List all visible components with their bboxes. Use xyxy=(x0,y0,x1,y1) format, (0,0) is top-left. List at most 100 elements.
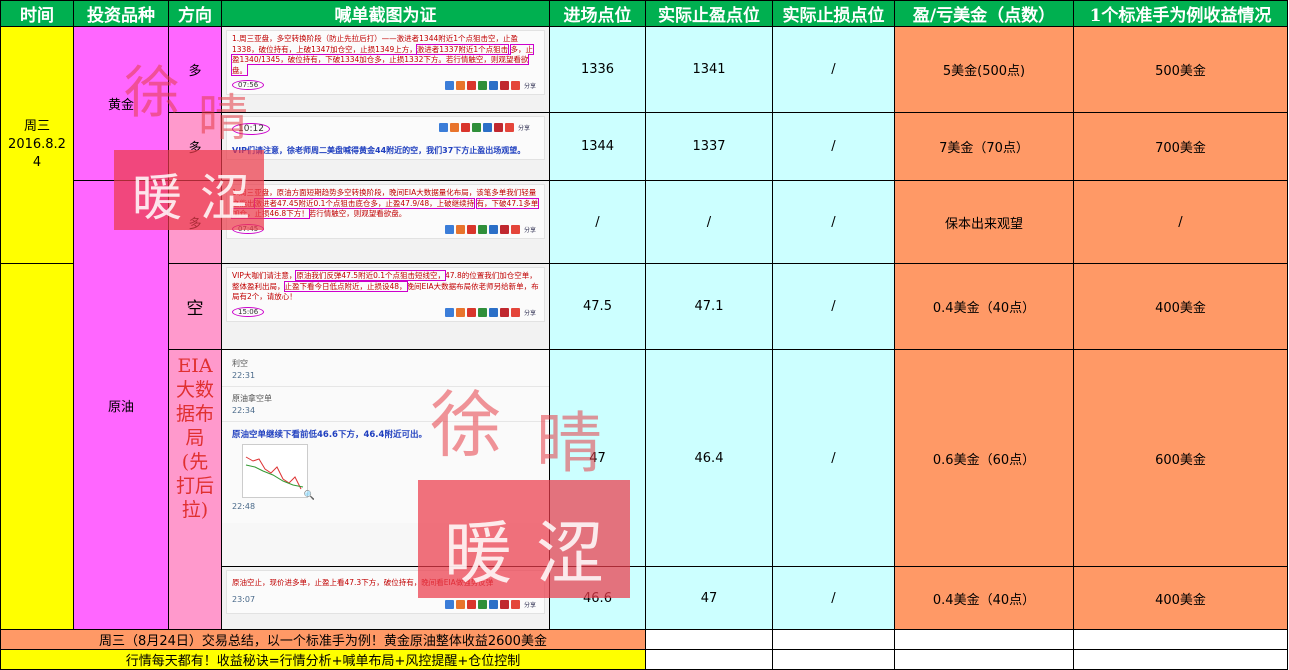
timestamp: 07:45 xyxy=(232,223,265,234)
share-icon[interactable] xyxy=(455,307,465,317)
stop-loss-cell: / xyxy=(772,263,895,350)
share-icon[interactable] xyxy=(477,307,487,317)
share-icon[interactable] xyxy=(477,224,487,234)
table-row: 周三 2016.8.24 黄金 多 1.周三亚盘，多空转换阶段（防止先拉后打）—… xyxy=(0,26,1288,264)
take-profit-cell: 1341 xyxy=(645,26,773,113)
share-icon[interactable] xyxy=(488,599,498,609)
eia-direction-cell: EIA大数据布局(先打后拉) xyxy=(168,349,222,630)
share-icon[interactable] xyxy=(477,599,487,609)
share-icon[interactable] xyxy=(477,81,487,90)
share-icon[interactable] xyxy=(499,599,509,609)
summary-total: 周三（8月24日）交易总结，以一个标准手为例！黄金原油整体收益2600美金 xyxy=(0,629,646,650)
stop-loss-cell: / xyxy=(772,180,895,264)
stop-loss-cell: / xyxy=(772,566,895,630)
share-icon[interactable] xyxy=(455,81,465,90)
stop-loss-cell: / xyxy=(772,112,895,181)
share-icon[interactable] xyxy=(499,81,509,90)
summary-row: 周三（8月24日）交易总结，以一个标准手为例！黄金原油整体收益2600美金 xyxy=(0,629,1288,650)
profit-cell: 600美金 xyxy=(1073,349,1288,567)
screenshot-cell: 原油空止，现价进多单，止盈上看47.3下方，破位持有，晚间看EIA做强势反弹 2… xyxy=(221,566,550,630)
signal-card: VIP大咖们请注意，原油我们反弹47.5附近0.1个点狙击短线空，47.8的位置… xyxy=(226,267,545,322)
header-pl: 盈/亏美金（点数） xyxy=(894,0,1074,27)
share-icon[interactable] xyxy=(466,307,476,317)
pl-cell: 5美金(500点) xyxy=(894,26,1074,113)
share-icon[interactable] xyxy=(444,307,454,317)
share-icon[interactable] xyxy=(510,599,520,609)
candlestick-icon xyxy=(245,456,304,490)
share-icon[interactable] xyxy=(466,81,476,90)
signal-card: 10:12 分享 VIP们请注意，徐老师周二美盘喊得黄金44附近的空，我们37下… xyxy=(226,116,545,160)
share-icon[interactable] xyxy=(466,599,476,609)
profit-cell: / xyxy=(1073,180,1288,264)
take-profit-cell: 46.4 xyxy=(645,349,773,567)
date-cell-empty xyxy=(0,263,74,630)
share-icon[interactable] xyxy=(455,599,465,609)
signal-card: 1.周三亚盘，原油方面短期趋势多空转换阶段，晚间EIA大数据量化布局，该笔多单我… xyxy=(226,184,545,239)
share-icon[interactable] xyxy=(455,224,465,234)
date-cell: 周三 2016.8.24 xyxy=(0,26,74,264)
take-profit-cell: 47.1 xyxy=(645,263,773,350)
share-icon[interactable] xyxy=(504,123,514,132)
signal-card: 原油空止，现价进多单，止盈上看47.3下方，破位持有，晚间看EIA做强势反弹 2… xyxy=(226,570,545,614)
direction-cell: 多 xyxy=(168,112,222,181)
share-icon[interactable] xyxy=(499,224,509,234)
take-profit-cell: 1337 xyxy=(645,112,773,181)
profit-cell: 700美金 xyxy=(1073,112,1288,181)
screenshot-cell: 1.周三亚盘，原油方面短期趋势多空转换阶段，晚间EIA大数据量化布局，该笔多单我… xyxy=(221,180,550,264)
share-icons: 分享 xyxy=(438,123,530,132)
share-icon[interactable] xyxy=(510,81,520,90)
share-icon[interactable] xyxy=(471,123,481,132)
share-icons: 分享 xyxy=(444,224,536,234)
screenshot-cell: 利空 22:31 原油拿空单 22:34 原油空单继续下看前低46.6下方，46… xyxy=(221,349,550,567)
share-icon[interactable] xyxy=(488,81,498,90)
direction-cell: 多 xyxy=(168,180,222,264)
share-icon[interactable] xyxy=(438,123,448,132)
share-icon[interactable] xyxy=(488,307,498,317)
share-icon[interactable] xyxy=(499,307,509,317)
pl-cell: 0.4美金（40点） xyxy=(894,566,1074,630)
table-row: EIA大数据布局(先打后拉) 利空 22:31 原油拿空单 22:34 原油空单… xyxy=(1,349,1288,630)
instrument-oil: 原油 xyxy=(73,180,169,630)
table-row: 多 10:12 分享 VIP们请注意，徐老师周二美盘喊得黄金44附近的空，我们3… xyxy=(1,112,1288,181)
pl-cell: 保本出来观望 xyxy=(894,180,1074,264)
entry-cell: 1336 xyxy=(549,26,646,113)
share-icon[interactable] xyxy=(482,123,492,132)
table-row: 空 VIP大咖们请注意，原油我们反弹47.5附近0.1个点狙击短线空，47.8的… xyxy=(0,263,1288,630)
share-icon[interactable] xyxy=(510,307,520,317)
share-icon[interactable] xyxy=(444,81,454,90)
take-profit-cell: / xyxy=(645,180,773,264)
pl-cell: 0.6美金（60点） xyxy=(894,349,1074,567)
profit-cell: 400美金 xyxy=(1073,566,1288,630)
take-profit-cell: 47 xyxy=(645,566,773,630)
share-icon[interactable] xyxy=(444,599,454,609)
share-icon[interactable] xyxy=(449,123,459,132)
trade-table: 时间 投资品种 方向 喊单截图为证 进场点位 实际止盈点位 实际止损点位 盈/亏… xyxy=(0,0,1288,670)
share-icon[interactable] xyxy=(444,224,454,234)
share-icon[interactable] xyxy=(488,224,498,234)
screenshot-cell: 10:12 分享 VIP们请注意，徐老师周二美盘喊得黄金44附近的空，我们37下… xyxy=(221,112,550,181)
header-time: 时间 xyxy=(0,0,74,27)
stop-loss-cell: / xyxy=(772,26,895,113)
chat-card: 利空 22:31 原油拿空单 22:34 原油空单继续下看前低46.6下方，46… xyxy=(222,350,549,523)
timestamp: 15:06 xyxy=(232,306,265,317)
chart-thumbnail[interactable]: 🔍 xyxy=(242,444,315,501)
share-icon[interactable] xyxy=(460,123,470,132)
header-direction: 方向 xyxy=(168,0,222,27)
screenshot-cell: 1.周三亚盘，多空转换阶段（防止先拉后打）——激进者1344附近1个点狙击空，止… xyxy=(221,26,550,113)
zoom-icon[interactable]: 🔍 xyxy=(304,491,315,501)
stop-loss-cell: / xyxy=(772,349,895,567)
entry-cell: 47.5 xyxy=(549,263,646,350)
share-icons: 分享 xyxy=(444,599,536,609)
header-screenshot: 喊单截图为证 xyxy=(221,0,550,27)
share-icon[interactable] xyxy=(466,224,476,234)
header-instrument: 投资品种 xyxy=(73,0,169,27)
share-icon[interactable] xyxy=(493,123,503,132)
header-row: 时间 投资品种 方向 喊单截图为证 进场点位 实际止盈点位 实际止损点位 盈/亏… xyxy=(0,0,1288,27)
entry-cell: / xyxy=(549,180,646,264)
header-entry: 进场点位 xyxy=(549,0,646,27)
share-icon[interactable] xyxy=(510,224,520,234)
screenshot-cell: VIP大咖们请注意，原油我们反弹47.5附近0.1个点狙击短线空，47.8的位置… xyxy=(221,263,550,350)
header-profit: 1个标准手为例收益情况 xyxy=(1073,0,1288,27)
profit-cell: 500美金 xyxy=(1073,26,1288,113)
instrument-gold: 黄金 xyxy=(73,26,169,181)
